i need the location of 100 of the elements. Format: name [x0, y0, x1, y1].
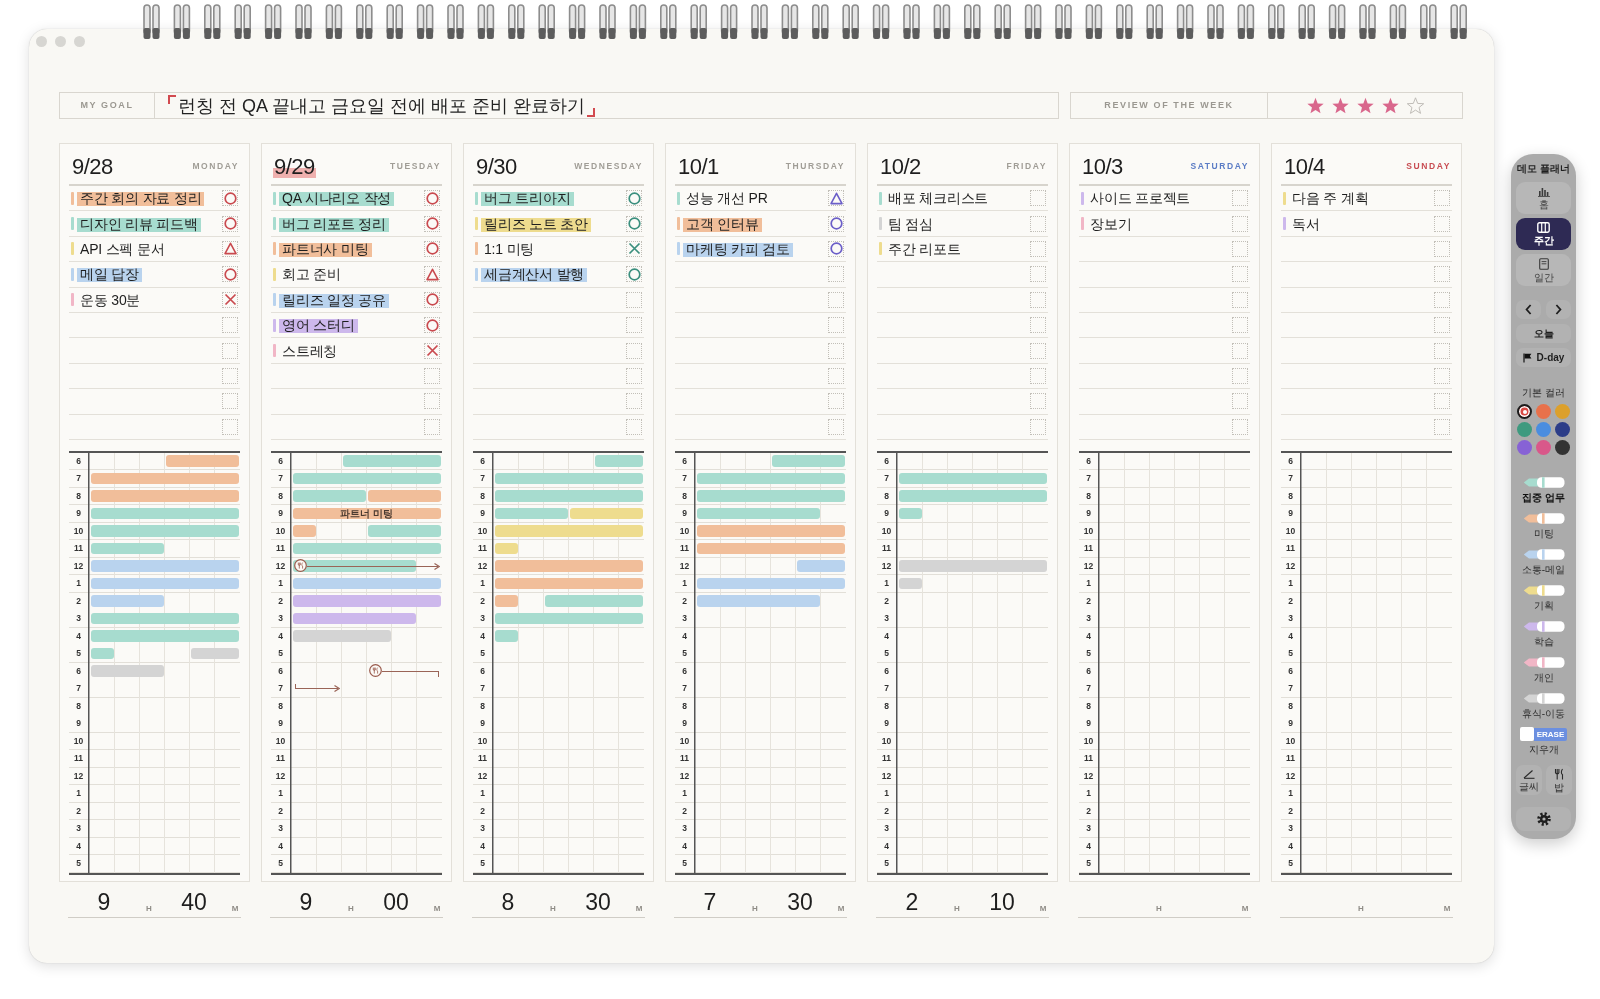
- task-checkbox[interactable]: [222, 418, 238, 435]
- task-checkbox[interactable]: [1232, 240, 1248, 257]
- task-checkbox[interactable]: [1232, 317, 1248, 334]
- task-checkbox[interactable]: [1434, 317, 1450, 334]
- color-swatch-icon[interactable]: [1555, 440, 1570, 455]
- task-checkbox[interactable]: [1030, 291, 1046, 308]
- task-checkbox[interactable]: [1030, 240, 1046, 257]
- task-checkbox[interactable]: [1030, 342, 1046, 359]
- view-tab[interactable]: 주간: [1516, 218, 1571, 250]
- task-checkbox[interactable]: [424, 393, 440, 410]
- task-checkbox[interactable]: [1232, 367, 1248, 384]
- d-day-button[interactable]: D-day: [1516, 348, 1571, 367]
- window-control-icon[interactable]: [74, 36, 85, 47]
- task-checkbox[interactable]: [1030, 266, 1046, 283]
- task-checkbox[interactable]: [1434, 215, 1450, 232]
- task-checkbox[interactable]: [1434, 393, 1450, 410]
- color-swatch-icon[interactable]: [1536, 422, 1551, 437]
- highlighter-button[interactable]: 학습: [1522, 620, 1565, 647]
- hour-label: 8: [883, 699, 890, 713]
- highlighter-button[interactable]: 집중 업무: [1522, 476, 1565, 503]
- task-checkbox[interactable]: [222, 367, 238, 384]
- color-swatch-icon[interactable]: [1517, 404, 1532, 419]
- color-swatch-icon[interactable]: [1517, 422, 1532, 437]
- task-checkbox[interactable]: [1030, 215, 1046, 232]
- total-time-field[interactable]: H M: [1078, 886, 1251, 918]
- task-checkbox[interactable]: [626, 342, 642, 359]
- task-checkbox[interactable]: [1232, 418, 1248, 435]
- task-checkbox[interactable]: [424, 367, 440, 384]
- task-checkbox[interactable]: [1232, 215, 1248, 232]
- total-time-field[interactable]: 2 H 10 M: [876, 886, 1049, 918]
- task-checkbox[interactable]: [626, 291, 642, 308]
- handwriting-button[interactable]: 글씨: [1515, 765, 1542, 795]
- task-text: 1:1 미팅: [483, 239, 536, 258]
- task-checkbox[interactable]: [1434, 190, 1450, 207]
- task-checkbox[interactable]: [1232, 190, 1248, 207]
- total-time-field[interactable]: H M: [1280, 886, 1453, 918]
- next-button[interactable]: [1546, 300, 1571, 319]
- highlighter-button[interactable]: 휴식-이동: [1521, 692, 1566, 719]
- total-time-field[interactable]: 9 H 40 M: [68, 886, 241, 918]
- task-checkbox[interactable]: [1030, 367, 1046, 384]
- highlighter-button[interactable]: 미팅: [1522, 512, 1565, 539]
- today-button[interactable]: 오늘: [1516, 324, 1571, 343]
- highlighter-button[interactable]: 소통-메일: [1521, 548, 1566, 575]
- task-checkbox[interactable]: [1232, 266, 1248, 283]
- total-time-field[interactable]: 9 H 00 M: [270, 886, 443, 918]
- total-time-field[interactable]: 7 H 30 M: [674, 886, 847, 918]
- task-checkbox[interactable]: [828, 266, 844, 283]
- task-checkbox[interactable]: [828, 367, 844, 384]
- color-swatch-icon[interactable]: [1536, 404, 1551, 419]
- task-checkbox[interactable]: [1232, 342, 1248, 359]
- task-checkbox[interactable]: [222, 342, 238, 359]
- task-checkbox[interactable]: [828, 291, 844, 308]
- task-checkbox[interactable]: [424, 418, 440, 435]
- star-icon[interactable]: [1305, 96, 1325, 115]
- star-icon[interactable]: [1330, 96, 1350, 115]
- task-checkbox[interactable]: [626, 393, 642, 410]
- task-checkbox[interactable]: [1030, 317, 1046, 334]
- star-icon[interactable]: [1355, 96, 1375, 115]
- star-icon[interactable]: [1380, 96, 1400, 115]
- task-checkbox[interactable]: [1030, 418, 1046, 435]
- task-checkbox[interactable]: [222, 317, 238, 334]
- highlighter-button[interactable]: 개인: [1522, 656, 1565, 683]
- task-checkbox[interactable]: [1434, 240, 1450, 257]
- task-checkbox[interactable]: [1434, 291, 1450, 308]
- color-swatch-icon[interactable]: [1536, 440, 1551, 455]
- task-checkbox[interactable]: [1434, 367, 1450, 384]
- task-checkbox[interactable]: [626, 317, 642, 334]
- settings-button[interactable]: [1516, 807, 1571, 831]
- task-checkbox[interactable]: [828, 393, 844, 410]
- window-control-icon[interactable]: [55, 36, 66, 47]
- task-checkbox[interactable]: [1030, 393, 1046, 410]
- star-icon[interactable]: [1405, 96, 1425, 115]
- task-checkbox[interactable]: [1232, 393, 1248, 410]
- color-swatch-icon[interactable]: [1517, 440, 1532, 455]
- highlighter-button[interactable]: 기획: [1522, 584, 1565, 611]
- hour-label: 2: [75, 804, 82, 818]
- task-checkbox[interactable]: [1434, 266, 1450, 283]
- task-checkbox[interactable]: [222, 393, 238, 410]
- task-checkbox[interactable]: [1232, 291, 1248, 308]
- view-tab[interactable]: 일간: [1516, 254, 1571, 286]
- hour-label: 1: [681, 787, 688, 801]
- meal-button[interactable]: 밥: [1545, 765, 1572, 795]
- task-checkbox[interactable]: [828, 418, 844, 435]
- previous-button[interactable]: [1516, 300, 1541, 319]
- task-checkbox[interactable]: [1434, 342, 1450, 359]
- color-swatch-icon[interactable]: [1555, 422, 1570, 437]
- task-checkbox[interactable]: [828, 317, 844, 334]
- view-tab[interactable]: 홈: [1516, 182, 1571, 214]
- hour-label: 11: [73, 542, 84, 556]
- task-checkbox[interactable]: [626, 367, 642, 384]
- color-swatch-icon[interactable]: [1555, 404, 1570, 419]
- hour-label: 12: [880, 769, 893, 783]
- task-checkbox[interactable]: [1030, 190, 1046, 207]
- window-control-icon[interactable]: [36, 36, 47, 47]
- total-time-field[interactable]: 8 H 30 M: [472, 886, 645, 918]
- eraser-button[interactable]: ERASE 지우개: [1519, 727, 1568, 755]
- task-checkbox[interactable]: [626, 418, 642, 435]
- task-checkbox[interactable]: [1434, 418, 1450, 435]
- weekday-label: WEDNESDAY: [574, 160, 643, 173]
- task-checkbox[interactable]: [828, 342, 844, 359]
